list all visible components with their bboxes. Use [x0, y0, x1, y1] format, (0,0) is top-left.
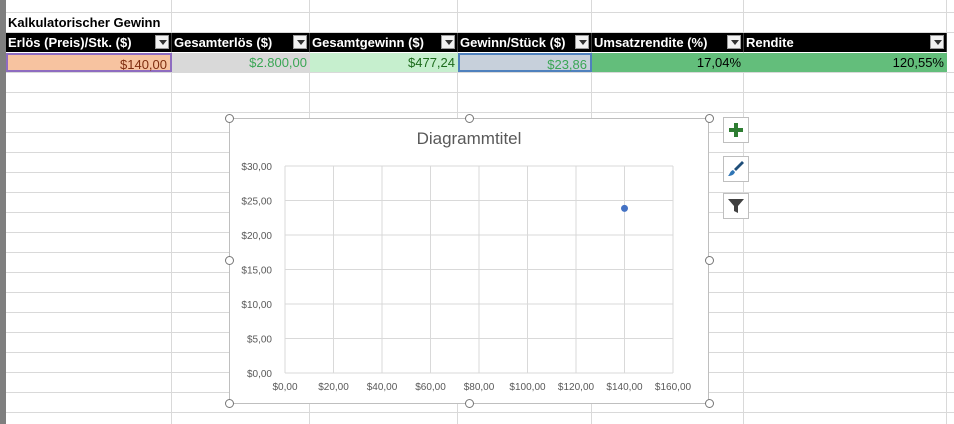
header-cell-gesamterloes[interactable]: Gesamterlös ($)	[172, 33, 310, 52]
data-point	[621, 204, 628, 212]
resize-handle-top-left[interactable]	[225, 114, 234, 123]
header-label: Gesamtgewinn ($)	[312, 35, 424, 50]
y-tick-label: $15,00	[241, 266, 272, 277]
x-tick-label: $160,00	[655, 382, 692, 393]
dropdown-arrow-icon[interactable]	[441, 35, 455, 49]
cell-gewinn-stueck-value[interactable]: $23,86	[458, 53, 592, 72]
dropdown-arrow-icon[interactable]	[293, 35, 307, 49]
cell-umsatzrendite-value[interactable]: 17,04%	[592, 53, 744, 72]
brush-icon	[728, 161, 744, 176]
x-tick-label: $80,00	[464, 382, 495, 393]
header-label: Umsatzrendite (%)	[594, 35, 708, 50]
y-tick-label: $25,00	[241, 197, 272, 208]
x-tick-label: $40,00	[367, 382, 398, 393]
x-tick-label: $60,00	[415, 382, 446, 393]
filter-icon	[728, 199, 744, 213]
chart-styles-button[interactable]	[723, 156, 749, 182]
resize-handle-bottom-right[interactable]	[705, 399, 714, 408]
header-cell-rendite[interactable]: Rendite	[744, 33, 947, 52]
dropdown-arrow-icon[interactable]	[575, 35, 589, 49]
x-tick-label: $100,00	[509, 382, 546, 393]
header-label: Gewinn/Stück ($)	[460, 35, 566, 50]
resize-handle-left[interactable]	[225, 256, 234, 265]
dropdown-arrow-icon[interactable]	[727, 35, 741, 49]
y-tick-label: $0,00	[247, 369, 272, 380]
gridline	[6, 412, 954, 413]
x-tick-label: $140,00	[606, 382, 643, 393]
chart-container[interactable]: Diagrammtitel $0,00 $5,00 $10,00 $15,00 $20,…	[229, 118, 709, 404]
x-tick-label: $0,00	[272, 382, 297, 393]
resize-handle-bottom[interactable]	[465, 399, 474, 408]
header-label: Rendite	[746, 35, 794, 50]
header-label: Gesamterlös ($)	[174, 35, 273, 50]
gridline	[6, 92, 954, 93]
header-cell-gesamtgewinn[interactable]: Gesamtgewinn ($)	[310, 33, 458, 52]
x-tick-label: $20,00	[318, 382, 349, 393]
dropdown-arrow-icon[interactable]	[155, 35, 169, 49]
cell-gesamterloes-value[interactable]: $2.800,00	[172, 53, 310, 72]
resize-handle-top-right[interactable]	[705, 114, 714, 123]
cell-erloes-value[interactable]: $140,00	[6, 53, 172, 72]
x-tick-label: $120,00	[558, 382, 595, 393]
sheet-title: Kalkulatorischer Gewinn	[8, 15, 161, 30]
plus-icon	[729, 123, 743, 137]
header-cell-erloes[interactable]: Erlös (Preis)/Stk. ($)	[6, 33, 172, 52]
header-cell-gewinn-stueck[interactable]: Gewinn/Stück ($)	[458, 33, 592, 52]
header-cell-umsatzrendite[interactable]: Umsatzrendite (%)	[592, 33, 744, 52]
resize-handle-bottom-left[interactable]	[225, 399, 234, 408]
gridline	[6, 12, 954, 13]
chart-filters-button[interactable]	[723, 193, 749, 219]
chart-plot[interactable]: $0,00 $5,00 $10,00 $15,00 $20,00 $25,00 $30,00…	[230, 119, 708, 403]
resize-handle-right[interactable]	[705, 256, 714, 265]
dropdown-arrow-icon[interactable]	[930, 35, 944, 49]
gridline	[6, 112, 954, 113]
header-label: Erlös (Preis)/Stk. ($)	[8, 35, 132, 50]
y-tick-label: $5,00	[247, 335, 272, 346]
chart-elements-button[interactable]	[723, 117, 749, 143]
y-tick-label: $20,00	[241, 231, 272, 242]
cell-gesamtgewinn-value[interactable]: $477,24	[310, 53, 458, 72]
cell-rendite-value[interactable]: 120,55%	[744, 53, 947, 72]
y-tick-label: $10,00	[241, 300, 272, 311]
y-tick-label: $30,00	[241, 162, 272, 173]
resize-handle-top[interactable]	[465, 114, 474, 123]
